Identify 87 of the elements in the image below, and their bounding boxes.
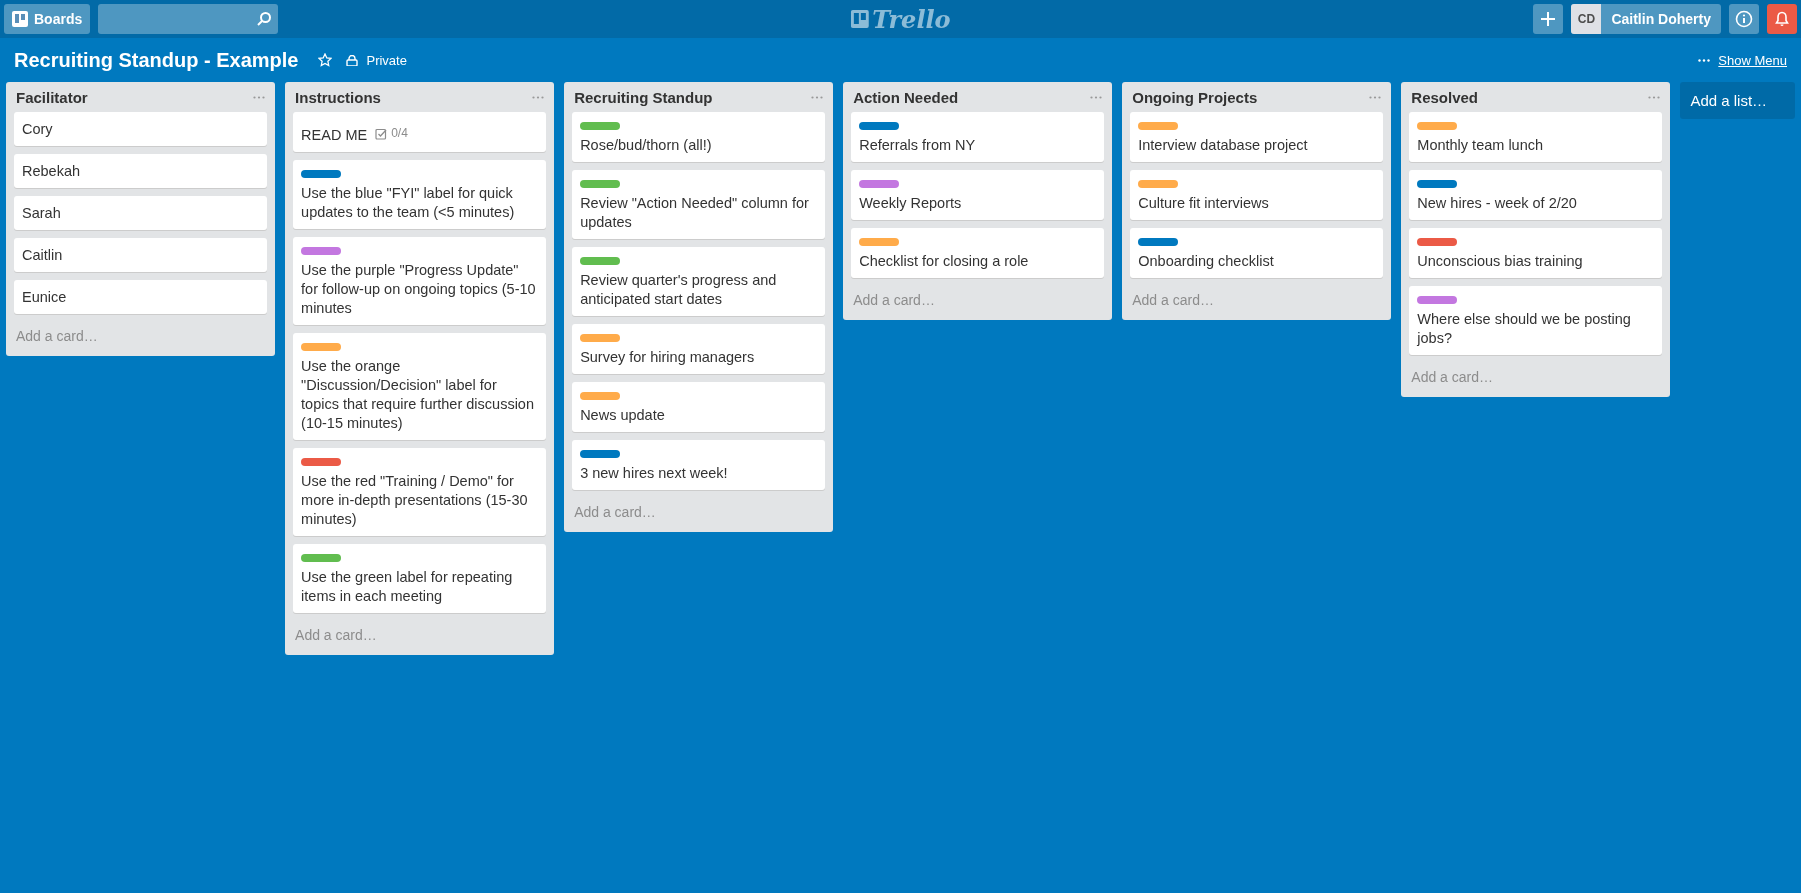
show-menu-link[interactable]: Show Menu xyxy=(1718,52,1787,68)
card-title: Use the blue "FYI" label for quick updates to the team (<5 minutes) xyxy=(301,184,515,220)
card[interactable]: Rose/bud/thorn (all!) xyxy=(572,112,826,162)
card[interactable]: Use the purple "Progress Update" for follow-up on ongoing topics (5-10 minutes xyxy=(293,236,547,325)
card-title: Eunice xyxy=(22,289,67,305)
more-icon[interactable] xyxy=(1648,95,1661,99)
list-title[interactable]: Action Needed xyxy=(853,88,959,106)
card[interactable]: Rebekah xyxy=(14,154,268,188)
card-title: Review "Action Needed" column for updates xyxy=(580,195,809,230)
card-title: Use the green label for repeating items in each meeting xyxy=(301,568,513,604)
card-title: Use the purple "Progress Update" for follow-up on ongoing topics (5-10 minutes xyxy=(301,261,536,316)
info-icon xyxy=(1735,10,1753,28)
card-title: Weekly Reports xyxy=(859,195,962,211)
card-title: Checklist for closing a role xyxy=(859,253,1029,269)
card[interactable]: Use the orange "Discussion/Decision" label for topics that require further discussion (10-15 minutes) xyxy=(293,332,547,440)
info-button[interactable] xyxy=(1729,4,1759,34)
user-button[interactable]: CD Caitlin Doherty xyxy=(1571,4,1721,34)
card[interactable]: Caitlin xyxy=(14,238,268,272)
card[interactable]: New hires - week of 2/20 xyxy=(1409,170,1663,220)
board-icon xyxy=(12,11,28,27)
card[interactable]: Use the blue "FYI" label for quick updates to the team (<5 minutes) xyxy=(293,159,547,229)
logo-icon xyxy=(850,10,869,28)
card-title: Rebekah xyxy=(22,163,81,179)
card-title: Culture fit interviews xyxy=(1138,195,1269,211)
card[interactable]: Sarah xyxy=(14,196,268,230)
card-title: Use the red "Training / Demo" for more in-depth presentations (15-30 minutes) xyxy=(301,472,528,527)
list-title[interactable]: Resolved xyxy=(1411,88,1478,106)
card[interactable]: Use the red "Training / Demo" for more in-depth presentations (15-30 minutes) xyxy=(293,447,547,536)
card-title: Where else should we be posting jobs? xyxy=(1417,311,1631,346)
more-icon[interactable] xyxy=(253,95,266,99)
board-title[interactable]: Recruiting Standup - Example xyxy=(14,48,299,72)
card-title: Review quarter's progress and anticipated start dates xyxy=(580,272,777,307)
more-icon xyxy=(1698,58,1711,62)
more-icon[interactable] xyxy=(1369,95,1382,99)
add-list-button[interactable]: Add a list… xyxy=(1680,82,1795,119)
visibility-label[interactable]: Private xyxy=(366,52,407,68)
more-icon[interactable] xyxy=(811,95,824,99)
star-icon[interactable] xyxy=(318,53,333,67)
list-title[interactable]: Facilitator xyxy=(16,88,88,106)
card-title: Interview database project xyxy=(1138,137,1308,153)
card-title: READ ME xyxy=(301,126,368,143)
card-title: Cory xyxy=(22,121,53,137)
card[interactable]: Where else should we be posting jobs? xyxy=(1409,286,1663,355)
card[interactable]: Interview database project xyxy=(1130,112,1384,162)
checklist-count: 0/4 xyxy=(391,125,408,142)
card-title: Survey for hiring managers xyxy=(580,349,755,365)
card[interactable]: Cory xyxy=(14,112,268,146)
card-title: Sarah xyxy=(22,205,61,221)
card-title: New hires - week of 2/20 xyxy=(1417,195,1577,211)
card[interactable]: Referrals from NY xyxy=(851,112,1105,162)
card-title: Onboarding checklist xyxy=(1138,253,1274,269)
card[interactable]: Monthly team lunch xyxy=(1409,112,1663,162)
search-icon xyxy=(256,11,273,27)
card-title: Rose/bud/thorn (all!) xyxy=(580,137,712,153)
card[interactable]: Review "Action Needed" column for updates xyxy=(572,170,826,239)
card[interactable]: Use the green label for repeating items in each meeting xyxy=(293,543,547,613)
avatar: CD xyxy=(1571,4,1602,34)
card-title: 3 new hires next week! xyxy=(580,465,728,481)
card[interactable]: Eunice xyxy=(14,280,268,314)
card[interactable]: News update xyxy=(572,382,826,432)
bell-icon xyxy=(1774,11,1790,27)
card[interactable]: Survey for hiring managers xyxy=(572,324,826,374)
card[interactable]: Review quarter's progress and anticipated start dates xyxy=(572,247,826,316)
card[interactable]: Onboarding checklist xyxy=(1130,228,1384,278)
card-title: Referrals from NY xyxy=(859,137,976,153)
list-title[interactable]: Instructions xyxy=(295,88,381,106)
card[interactable]: Checklist for closing a role xyxy=(851,228,1105,278)
card-title: Use the orange "Discussion/Decision" label for topics that require further discussion (10-15 minutes) xyxy=(301,357,534,431)
card-title: News update xyxy=(580,407,665,423)
list-title[interactable]: Ongoing Projects xyxy=(1132,88,1258,106)
card-title: Caitlin xyxy=(22,247,63,263)
more-icon[interactable] xyxy=(532,95,545,99)
card-title: Monthly team lunch xyxy=(1417,137,1544,153)
plus-icon xyxy=(1541,12,1556,26)
more-icon[interactable] xyxy=(1090,95,1103,99)
card-title: Unconscious bias training xyxy=(1417,253,1583,269)
card[interactable]: 3 new hires next week! xyxy=(572,440,826,490)
card[interactable]: Weekly Reports xyxy=(851,170,1105,220)
card[interactable]: Culture fit interviews xyxy=(1130,170,1384,220)
card[interactable]: Unconscious bias training xyxy=(1409,228,1663,278)
list-title[interactable]: Recruiting Standup xyxy=(574,88,713,106)
card[interactable]: READ ME 0/4 xyxy=(293,112,547,152)
search-field[interactable] xyxy=(98,4,279,34)
lock-icon xyxy=(346,54,359,66)
checklist-icon xyxy=(375,127,388,140)
notifications-button[interactable] xyxy=(1767,4,1797,34)
add-button[interactable] xyxy=(1533,4,1564,34)
